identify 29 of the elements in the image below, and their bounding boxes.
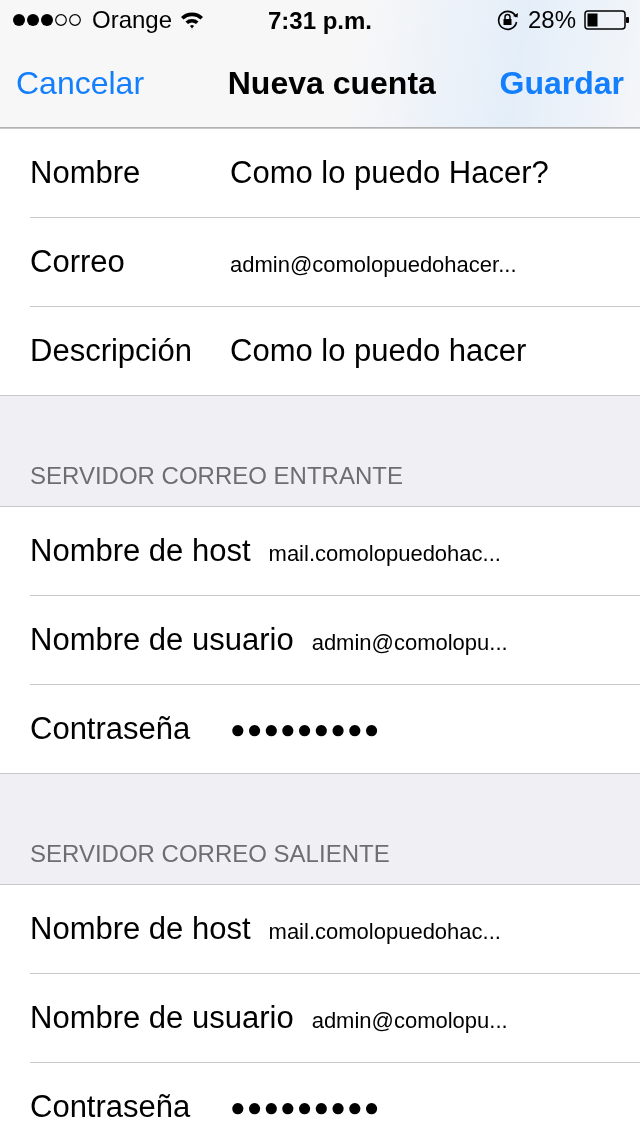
- wifi-icon: [180, 11, 205, 29]
- field-label: Nombre de usuario: [30, 1000, 294, 1036]
- battery-icon: [584, 10, 630, 30]
- field-label: Descripción: [30, 333, 193, 369]
- input-field[interactable]: mail.comolopuedohac...: [268, 535, 501, 567]
- rotation-lock-icon: [495, 8, 520, 32]
- input-field[interactable]: mail.comolopuedohac...: [268, 913, 501, 945]
- input-field[interactable]: admin@comolopu...: [311, 624, 508, 656]
- field-label: Correo: [30, 244, 126, 280]
- input-field[interactable]: ●●●●●●●●●: [230, 713, 381, 745]
- battery-percent: 28%: [527, 6, 576, 34]
- input-field[interactable]: ●●●●●●●●●: [230, 1091, 381, 1123]
- carrier-name: Orange: [92, 6, 173, 34]
- field-label: Contraseña: [30, 711, 192, 747]
- section-header: SERVIDOR CORREO SALIENTE: [30, 840, 390, 868]
- field-label: Nombre de host: [30, 911, 251, 947]
- field-label: Contraseña: [30, 1089, 192, 1125]
- field-label: Nombre: [30, 155, 142, 191]
- input-field[interactable]: Como lo puedo hacer: [230, 333, 527, 369]
- nav-title: Nueva cuenta: [227, 65, 436, 102]
- cancel-button[interactable]: Cancelar: [16, 65, 145, 102]
- section-header: SERVIDOR CORREO ENTRANTE: [30, 462, 403, 490]
- field-label: Nombre de usuario: [30, 622, 294, 658]
- signal-icon: [12, 13, 84, 27]
- input-field[interactable]: Como lo puedo Hacer?: [230, 155, 549, 191]
- field-label: Nombre de host: [30, 533, 251, 569]
- input-field[interactable]: admin@comolopuedohacer...: [230, 246, 517, 278]
- input-field[interactable]: admin@comolopu...: [311, 1002, 508, 1034]
- clock-time: 7:31 p.m.: [268, 7, 373, 35]
